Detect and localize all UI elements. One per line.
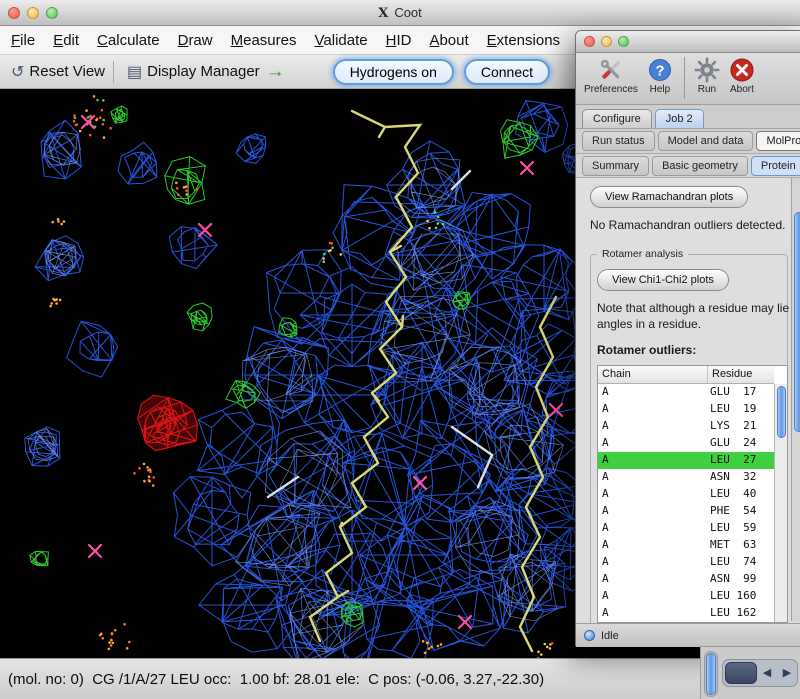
rotamer-outlier-row[interactable]: AASN 32 — [598, 469, 774, 486]
tab-job-2[interactable]: Job 2 — [655, 109, 704, 128]
gear-icon — [694, 56, 720, 84]
column-header-residue[interactable]: Residue — [708, 366, 774, 383]
close-button[interactable] — [584, 36, 595, 47]
display-manager-button[interactable]: Display Manager — [147, 63, 260, 80]
scroll-right-button[interactable]: ▶ — [777, 661, 797, 685]
menu-extensions[interactable]: Extensions — [478, 28, 569, 53]
rotamer-outlier-row[interactable]: ALEU 27 — [598, 452, 774, 469]
toolbar-button-label: Run — [698, 84, 716, 95]
table-body: AGLU 17ALEU 19ALYS 21AGLU 24ALEU 27AASN … — [598, 384, 774, 622]
x11-icon: X — [378, 6, 388, 21]
tab-model-and-data[interactable]: Model and data — [658, 131, 754, 151]
table-header: Chain Residue — [598, 366, 774, 384]
menu-validate[interactable]: Validate — [305, 28, 376, 53]
rotamer-outliers-table: Chain Residue AGLU 17ALEU 19ALYS 21AGLU … — [597, 365, 788, 623]
zoom-button[interactable] — [618, 36, 629, 47]
horizontal-scrollbar[interactable]: ◀ ▶ — [722, 659, 798, 687]
molprobity-subtabs: SummaryBasic geometryProteinClashes — [576, 154, 800, 178]
scroll-left-button[interactable]: ◀ — [757, 661, 777, 685]
molprobity-protein-panel: View Ramachandran plots No Ramachandran … — [576, 178, 800, 623]
toolbar-button-label: Help — [650, 84, 671, 95]
connect-button[interactable]: Connect — [464, 59, 550, 85]
tab-configure[interactable]: Configure — [582, 109, 652, 128]
scrollbar-thumb[interactable] — [794, 212, 800, 432]
rotamer-outlier-row[interactable]: AMET 63 — [598, 537, 774, 554]
rotamer-note-line2: angles in a residue. — [597, 317, 781, 331]
tab-protein[interactable]: Protein — [751, 156, 800, 176]
tab-molprobity[interactable]: MolProbity — [756, 131, 800, 151]
scrollbar-thumb[interactable] — [725, 662, 757, 684]
menu-file[interactable]: File — [2, 28, 44, 53]
validation-tabs: Run statusModel and dataMolProbity — [576, 129, 800, 154]
rotamer-outliers-label: Rotamer outliers: — [597, 343, 781, 357]
view-ramachandran-plots-button[interactable]: View Ramachandran plots — [590, 186, 748, 208]
rotamer-note-line1: Note that although a residue may lie — [597, 301, 781, 315]
coot-titlebar: XCoot — [0, 0, 800, 26]
menu-measures[interactable]: Measures — [222, 28, 306, 53]
rotamer-outlier-row[interactable]: ALEU 40 — [598, 486, 774, 503]
table-vertical-scrollbar[interactable] — [774, 384, 787, 622]
menu-draw[interactable]: Draw — [169, 28, 222, 53]
rotamer-outlier-row[interactable]: ALEU 74 — [598, 554, 774, 571]
rotamer-outlier-row[interactable]: AGLU 17 — [598, 384, 774, 401]
rotamer-outlier-row[interactable]: ALEU 59 — [598, 520, 774, 537]
window-title: XCoot — [0, 5, 800, 21]
minimize-button[interactable] — [601, 36, 612, 47]
screen: XCoot FileEditCalculateDrawMeasuresValid… — [0, 0, 800, 699]
hydrogens-toggle-button[interactable]: Hydrogens on — [333, 59, 454, 85]
vertical-scrollbar[interactable] — [704, 651, 718, 697]
rotamer-outlier-row[interactable]: AGLU 24 — [598, 435, 774, 452]
rotamer-outlier-row[interactable]: ALEU 162 — [598, 605, 774, 622]
phenix-status-bar: Idle — [576, 623, 800, 647]
scrollbar-thumb[interactable] — [706, 653, 716, 695]
preferences-button[interactable]: Preferences — [584, 56, 638, 95]
window-vertical-scrollbar[interactable] — [791, 178, 800, 621]
rotamer-outlier-row[interactable]: ALEU 19 — [598, 401, 774, 418]
phenix-validation-window: Preferences?HelpRunAbort ConfigureJob 2 … — [575, 30, 800, 646]
abort-button[interactable]: Abort — [729, 56, 755, 95]
column-header-chain[interactable]: Chain — [598, 366, 708, 383]
menu-hid[interactable]: HID — [377, 28, 421, 53]
svg-text:?: ? — [655, 63, 664, 80]
background-window-corner: ◀ ▶ — [700, 646, 800, 699]
rotamer-outlier-row[interactable]: AASN 99 — [598, 571, 774, 588]
phenix-status-text: Idle — [601, 630, 619, 642]
display-manager-icon[interactable]: ▤ — [127, 62, 142, 82]
help-button[interactable]: ? Help — [647, 56, 673, 95]
view-chi1-chi2-plots-button[interactable]: View Chi1-Chi2 plots — [597, 269, 729, 291]
toolbar-button-label: Preferences — [584, 84, 638, 95]
rotamer-analysis-label: Rotamer analysis — [597, 248, 688, 260]
status-text: (mol. no: 0) CG /1/A/27 LEU occ: 1.00 bf… — [8, 671, 544, 688]
toolbar-button-label: Abort — [730, 84, 754, 95]
phenix-toolbar: Preferences? Help Run Abort — [576, 53, 800, 105]
toolbar-separator — [684, 57, 685, 99]
status-orb-icon — [584, 630, 595, 641]
menu-edit[interactable]: Edit — [44, 28, 88, 53]
run-button[interactable]: Run — [694, 56, 720, 95]
rotamer-outlier-row[interactable]: APHE 54 — [598, 503, 774, 520]
scrollbar-thumb[interactable] — [777, 386, 786, 438]
toolbar-separator — [113, 61, 114, 83]
tab-summary[interactable]: Summary — [582, 156, 649, 176]
menu-about[interactable]: About — [420, 28, 477, 53]
phenix-titlebar — [576, 31, 800, 53]
electron-density-mesh — [25, 101, 603, 658]
rotamer-analysis-frame: Rotamer analysis View Chi1-Chi2 plots No… — [590, 254, 788, 623]
rotamer-outlier-row[interactable]: ALYS 21 — [598, 418, 774, 435]
abort-icon — [729, 56, 755, 84]
reset-view-button[interactable]: Reset View — [29, 63, 105, 80]
help-icon: ? — [647, 56, 673, 84]
menu-calculate[interactable]: Calculate — [88, 28, 169, 53]
green-arrow-icon[interactable]: → — [266, 61, 285, 83]
tools-icon — [598, 56, 624, 84]
rotamer-outlier-row[interactable]: ALEU 160 — [598, 588, 774, 605]
tab-run-status[interactable]: Run status — [582, 131, 655, 151]
job-tabs: ConfigureJob 2 — [576, 105, 800, 129]
status-bar: (mol. no: 0) CG /1/A/27 LEU occ: 1.00 bf… — [0, 658, 800, 699]
ramachandran-message: No Ramachandran outliers detected. — [590, 218, 800, 232]
reset-view-icon[interactable]: ↺ — [11, 62, 24, 82]
tab-basic-geometry[interactable]: Basic geometry — [652, 156, 748, 176]
